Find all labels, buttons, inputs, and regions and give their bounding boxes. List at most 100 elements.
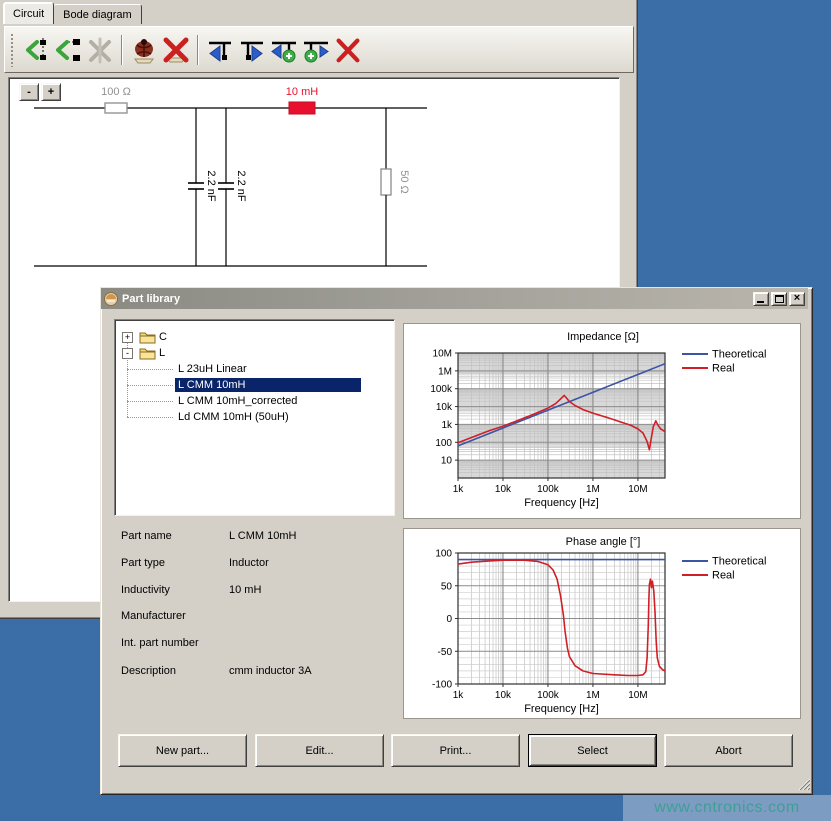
tree-item-part-selected[interactable]: L CMM 10mH [175, 377, 361, 393]
maximize-button[interactable] [771, 292, 787, 306]
tab-strip: Circuit Bode diagram [3, 2, 141, 24]
close-button[interactable]: × [789, 292, 805, 306]
bug-icon[interactable] [129, 33, 159, 67]
impedance-chart-svg: 1k10k100k1M10M10M1M100k10k1k10010Impedan… [404, 324, 802, 520]
tree-item-label: Ld CMM 10mH (50uH) [175, 410, 292, 424]
phase-chart-svg: 1k 10k 100k 1M 10M 100 50 0 -50 -100 Phase angle [… [404, 529, 802, 720]
abort-button[interactable]: Abort [664, 734, 793, 767]
svg-text:Frequency [Hz]: Frequency [Hz] [524, 497, 599, 509]
detail-value: 10 mH [229, 584, 261, 596]
svg-text:10k: 10k [495, 484, 512, 495]
part-library-app-icon [104, 292, 118, 306]
svg-text:1M: 1M [586, 484, 600, 495]
add-probe-right-icon[interactable] [301, 33, 331, 67]
minimize-button[interactable] [753, 292, 769, 306]
svg-text:10k: 10k [436, 402, 453, 413]
svg-text:-50: -50 [438, 647, 453, 658]
detail-label: Part name [121, 530, 172, 542]
expand-icon[interactable]: + [122, 332, 133, 343]
detail-label: Manufacturer [121, 610, 186, 622]
svg-text:10M: 10M [628, 690, 647, 701]
folder-icon [139, 346, 156, 360]
svg-text:-100: -100 [432, 680, 452, 691]
svg-text:100k: 100k [430, 384, 453, 395]
svg-text:Real: Real [712, 363, 735, 375]
toolbar-grip[interactable] [10, 33, 14, 67]
capacitor-c1-label: 2.2 nF [205, 170, 217, 201]
insert-component-left-icon[interactable] [21, 33, 51, 67]
dialog-titlebar[interactable]: Part library × [101, 288, 808, 309]
resistor-r1-label: 100 Ω [101, 86, 131, 98]
svg-text:100: 100 [435, 549, 452, 560]
tree-item-l[interactable]: - L [122, 345, 168, 361]
detail-row: Manufacturer [121, 610, 391, 624]
dialog-title: Part library [122, 293, 180, 305]
resize-grip[interactable] [797, 777, 810, 790]
detail-row: Part name L CMM 10mH [121, 530, 391, 544]
delete-component-disabled-icon [85, 33, 115, 67]
folder-icon [139, 330, 156, 344]
edit-button[interactable]: Edit... [255, 734, 384, 767]
toolbar-separator [121, 35, 123, 65]
svg-text:1k: 1k [453, 484, 465, 495]
detail-row: Int. part number [121, 637, 391, 651]
capacitor-c2-label: 2.2 nF [235, 170, 247, 201]
svg-text:1k: 1k [453, 690, 465, 701]
collapse-icon[interactable]: - [122, 348, 133, 359]
tab-bode-diagram[interactable]: Bode diagram [53, 4, 142, 24]
remove-bug-icon[interactable] [161, 33, 191, 67]
tree-connector [127, 369, 173, 370]
watermark-text: www.cntronics.com [654, 799, 799, 817]
svg-text:100k: 100k [537, 690, 560, 701]
tree-connector [127, 356, 128, 417]
inductor-l1-label: 10 mH [286, 86, 318, 98]
part-tree: + C - L L 23uH Linear L CMM 10mH L CMM 1… [114, 319, 395, 516]
svg-text:Frequency [Hz]: Frequency [Hz] [524, 703, 599, 715]
detail-value: Inductor [229, 557, 269, 569]
svg-text:100: 100 [435, 438, 452, 449]
svg-text:1k: 1k [441, 420, 453, 431]
svg-text:1M: 1M [438, 366, 452, 377]
toolbar [4, 26, 634, 73]
tab-circuit[interactable]: Circuit [3, 2, 54, 24]
detail-value: L CMM 10mH [229, 530, 296, 542]
part-library-dialog: Part library × + C - L [100, 287, 813, 795]
svg-text:10k: 10k [495, 690, 512, 701]
svg-text:50: 50 [441, 581, 453, 592]
toolbar-separator [197, 35, 199, 65]
tree-connector [127, 417, 173, 418]
svg-text:10: 10 [441, 456, 453, 467]
tree-item-label: L CMM 10mH_corrected [175, 394, 300, 408]
phase-angle-chart: 1k 10k 100k 1M 10M 100 50 0 -50 -100 Phase angle [… [403, 528, 801, 719]
detail-value: cmm inductor 3A [229, 665, 312, 677]
tree-item-c[interactable]: + C [122, 329, 170, 345]
tree-item-label: L 23uH Linear [175, 362, 250, 376]
svg-text:10M: 10M [628, 484, 647, 495]
svg-text:Phase angle [°]: Phase angle [°] [566, 536, 641, 548]
remove-probe-icon[interactable] [333, 33, 363, 67]
tree-connector [127, 401, 173, 402]
detail-label: Int. part number [121, 637, 199, 649]
print-button[interactable]: Print... [391, 734, 520, 767]
svg-text:Theoretical: Theoretical [712, 556, 766, 568]
watermark-band: www.cntronics.com [623, 795, 831, 821]
svg-text:1M: 1M [586, 690, 600, 701]
add-probe-left-icon[interactable] [269, 33, 299, 67]
new-part-button[interactable]: New part... [118, 734, 247, 767]
probe-left-icon[interactable] [205, 33, 235, 67]
tree-item-part[interactable]: Ld CMM 10mH (50uH) [175, 409, 292, 425]
svg-text:Theoretical: Theoretical [712, 349, 766, 361]
detail-row: Inductivity 10 mH [121, 584, 391, 598]
tree-item-part[interactable]: L CMM 10mH_corrected [175, 393, 300, 409]
select-button[interactable]: Select [528, 734, 657, 767]
tree-item-part[interactable]: L 23uH Linear [175, 361, 250, 377]
detail-label: Description [121, 665, 176, 677]
detail-label: Inductivity [121, 584, 170, 596]
impedance-chart: 1k10k100k1M10M10M1M100k10k1k10010Impedan… [403, 323, 801, 519]
tree-connector [127, 385, 173, 386]
probe-right-icon[interactable] [237, 33, 267, 67]
tree-item-label: L CMM 10mH [175, 378, 361, 392]
svg-text:0: 0 [446, 614, 452, 625]
insert-component-icon[interactable] [53, 33, 83, 67]
detail-row: Description cmm inductor 3A [121, 665, 391, 679]
